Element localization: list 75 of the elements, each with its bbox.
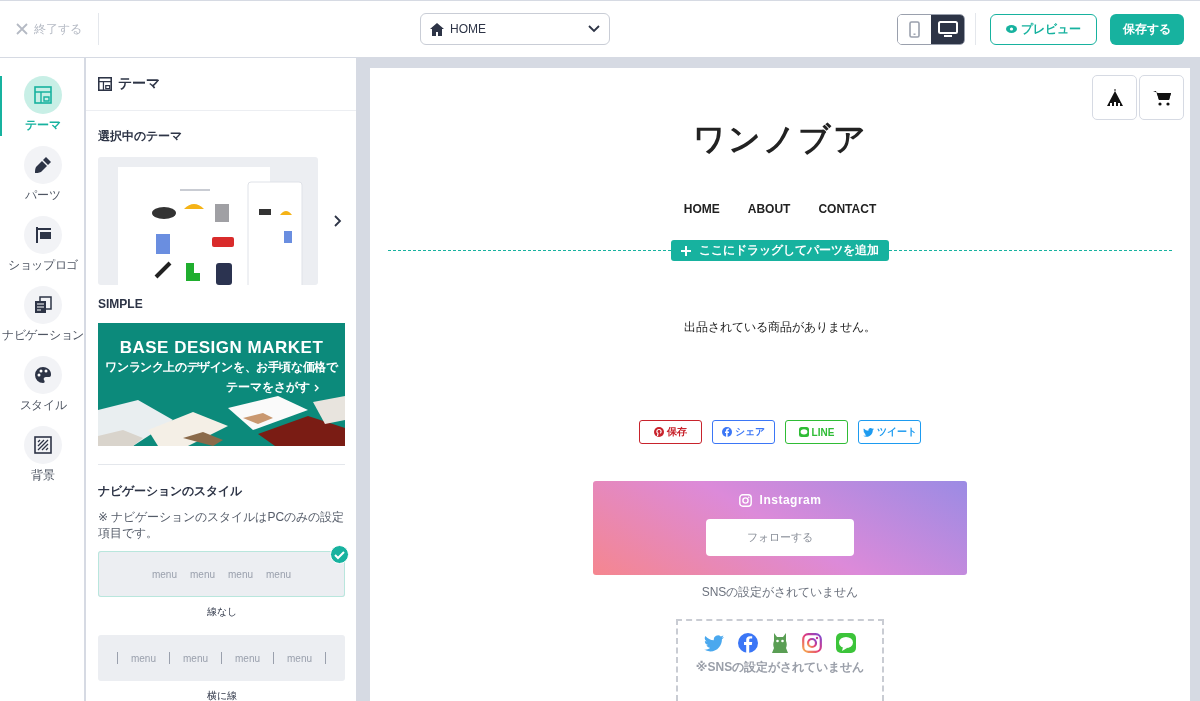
instagram-icon[interactable] xyxy=(802,633,822,653)
home-icon xyxy=(430,22,444,36)
sidebar-item[interactable]: 背景 xyxy=(0,426,84,486)
nav-link[interactable]: CONTACT xyxy=(818,202,877,216)
section-heading: ナビゲーションのスタイル xyxy=(98,483,243,500)
cart-icon xyxy=(1152,89,1171,106)
line-icon xyxy=(798,427,809,437)
save-button[interactable]: 保存する xyxy=(1110,13,1184,45)
cart-button[interactable] xyxy=(1139,75,1184,120)
instagram-icon xyxy=(738,493,752,507)
style-option-card[interactable]: menu menu menu menu xyxy=(98,635,345,682)
section-heading: 選択中のテーマ xyxy=(98,128,183,145)
close-icon xyxy=(16,23,28,35)
empty-message: 出品されている商品がありません。 xyxy=(684,319,876,336)
monitor-icon xyxy=(937,20,958,38)
sidebar-item[interactable]: ショップロゴ xyxy=(0,216,84,276)
signboard-icon xyxy=(24,216,62,254)
panel-title: テーマ xyxy=(118,75,160,93)
tent-icon xyxy=(1106,88,1123,107)
note-text: ※ ナビゲーションのスタイルはPCのみの設定項目です。 xyxy=(98,509,345,542)
facebook-icon xyxy=(722,427,732,437)
nav-link[interactable]: ABOUT xyxy=(747,202,791,216)
bird-icon[interactable] xyxy=(704,634,724,652)
chevron-down-icon xyxy=(588,25,600,33)
brush-icon xyxy=(24,146,62,184)
menu-sample-text: menu xyxy=(228,568,253,580)
sns-note: ※SNSの設定がされていません xyxy=(695,659,865,676)
share-button[interactable]: 保存 xyxy=(639,420,702,444)
sidebar-item[interactable]: パーツ xyxy=(0,146,84,206)
sidebar-item[interactable]: ナビゲーション xyxy=(0,286,84,346)
style-option-card[interactable]: menu menu menu menu xyxy=(98,551,345,598)
share-button[interactable]: シェア xyxy=(712,420,775,444)
nav-link[interactable]: HOME xyxy=(683,202,720,216)
style-option-label: 線なし xyxy=(206,605,237,620)
facebook-icon[interactable] xyxy=(738,633,758,653)
theme-icon xyxy=(98,77,112,91)
phone-icon xyxy=(909,20,920,38)
creature-icon[interactable] xyxy=(772,633,788,653)
theme-name: SIMPLE xyxy=(98,297,144,311)
share-button[interactable]: ツイート xyxy=(858,420,921,444)
menu-sample-text: menu xyxy=(151,568,177,580)
chevron-right-icon[interactable] xyxy=(334,215,342,227)
shop-home-button[interactable] xyxy=(1092,75,1137,120)
sidebar-item[interactable]: スタイル xyxy=(0,356,84,416)
layout-icon xyxy=(24,76,62,114)
desktop-view-button[interactable] xyxy=(931,14,964,44)
shop-title: ワンノブア xyxy=(692,120,868,159)
banner[interactable]: BASE DESIGN MARKET ワンランク上のデザインを、お手頃な価格で テーマをさがす xyxy=(98,323,345,446)
page-select-value: HOME xyxy=(450,22,487,36)
banner-link[interactable]: テーマをさがす xyxy=(226,379,319,396)
instagram-title: Instagram xyxy=(759,493,822,507)
documents-icon xyxy=(24,286,62,324)
banner-subtitle: ワンランク上のデザインを、お手頃な価格で xyxy=(104,359,340,376)
follow-button[interactable]: フォローする xyxy=(706,519,854,556)
menu-sample-text: menu xyxy=(190,568,215,580)
menu-sample-text: menu xyxy=(130,652,156,664)
menu-sample-text: menu xyxy=(287,652,313,664)
menu-sample-text: menu xyxy=(266,568,292,580)
menu-sample-text: menu xyxy=(183,652,208,664)
share-button[interactable]: LINE xyxy=(785,420,848,444)
check-icon xyxy=(330,545,349,565)
preview-button[interactable]: プレビュー xyxy=(990,13,1097,45)
chevron-right-icon xyxy=(314,383,319,392)
sidebar-item[interactable]: テーマ xyxy=(0,76,84,136)
add-parts-button[interactable]: ここにドラッグしてパーツを追加 xyxy=(671,240,889,261)
sns-note: SNSの設定がされていません xyxy=(701,584,859,601)
palette-icon xyxy=(24,356,62,394)
bird-icon xyxy=(862,427,874,437)
banner-title: BASE DESIGN MARKET xyxy=(118,338,325,358)
style-option-label: 横に線 xyxy=(206,689,237,701)
page-select[interactable]: HOME xyxy=(420,13,610,45)
pinterest-icon xyxy=(654,427,664,437)
plus-icon xyxy=(681,245,691,256)
menu-sample-text: menu xyxy=(235,652,260,664)
eye-icon xyxy=(1006,25,1017,33)
